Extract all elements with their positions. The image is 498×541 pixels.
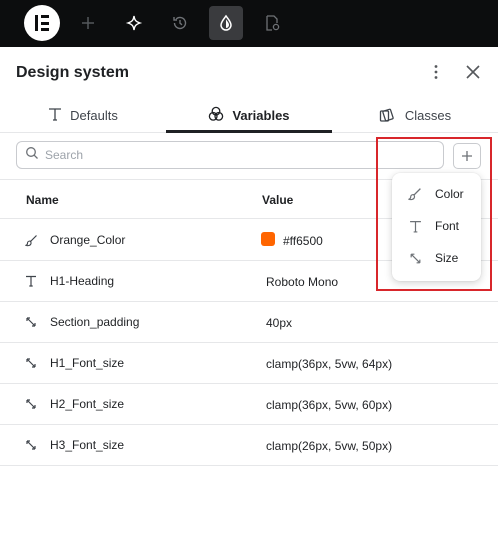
variable-name: H3_Font_size — [50, 438, 125, 452]
plus-icon[interactable] — [71, 6, 105, 40]
droplet-icon[interactable] — [209, 6, 243, 40]
tab-bar: Defaults Variables Classes — [0, 97, 498, 133]
text-type-icon — [48, 107, 62, 124]
search-icon — [25, 146, 39, 165]
color-swatch — [261, 232, 275, 246]
tab-label: Classes — [404, 107, 452, 123]
search-input[interactable] — [45, 148, 425, 162]
size-arrows-icon — [24, 438, 38, 452]
column-header-value: Value — [262, 193, 294, 207]
variable-name: H1-Heading — [50, 274, 115, 288]
active-tab-indicator — [166, 130, 332, 133]
tab-variables[interactable]: Variables — [166, 97, 332, 133]
sparkle-icon[interactable] — [117, 6, 151, 40]
font-icon — [24, 274, 38, 288]
classes-icon — [379, 106, 397, 125]
variable-value: #ff6500 — [283, 234, 323, 248]
elementor-logo[interactable] — [24, 5, 60, 41]
table-row[interactable]: H3_Font_size clamp(26px, 5vw, 50px) — [0, 425, 498, 466]
tab-label: Variables — [232, 107, 290, 123]
top-toolbar — [0, 0, 498, 47]
variable-name: H1_Font_size — [50, 356, 125, 370]
table-row[interactable]: H2_Font_size clamp(36px, 5vw, 60px) — [0, 384, 498, 425]
color-circles-icon — [208, 106, 224, 125]
variable-value: clamp(36px, 5vw, 60px) — [266, 398, 393, 412]
panel-header: Design system — [0, 47, 498, 97]
variable-value: Roboto Mono — [266, 275, 339, 289]
history-icon[interactable] — [163, 6, 197, 40]
kebab-menu-icon[interactable] — [426, 62, 446, 82]
variable-name: H2_Font_size — [50, 397, 125, 411]
close-icon[interactable] — [462, 61, 484, 83]
tab-label: Defaults — [70, 107, 118, 123]
table-row[interactable]: Section_padding 40px — [0, 302, 498, 343]
highlight-box — [376, 137, 492, 291]
tab-classes[interactable]: Classes — [332, 97, 498, 133]
tab-defaults[interactable]: Defaults — [0, 97, 166, 133]
table-row[interactable]: H1_Font_size clamp(36px, 5vw, 64px) — [0, 343, 498, 384]
variable-value: clamp(36px, 5vw, 64px) — [266, 357, 393, 371]
color-brush-icon — [24, 233, 38, 247]
variable-value: clamp(26px, 5vw, 50px) — [266, 439, 393, 453]
variable-name: Section_padding — [50, 315, 140, 329]
size-arrows-icon — [24, 397, 38, 411]
size-arrows-icon — [24, 315, 38, 329]
column-header-name: Name — [26, 193, 59, 207]
page-settings-icon[interactable] — [255, 6, 289, 40]
variable-name: Orange_Color — [50, 233, 126, 247]
variable-value: 40px — [266, 316, 293, 330]
size-arrows-icon — [24, 356, 38, 370]
page-title: Design system — [16, 64, 129, 81]
